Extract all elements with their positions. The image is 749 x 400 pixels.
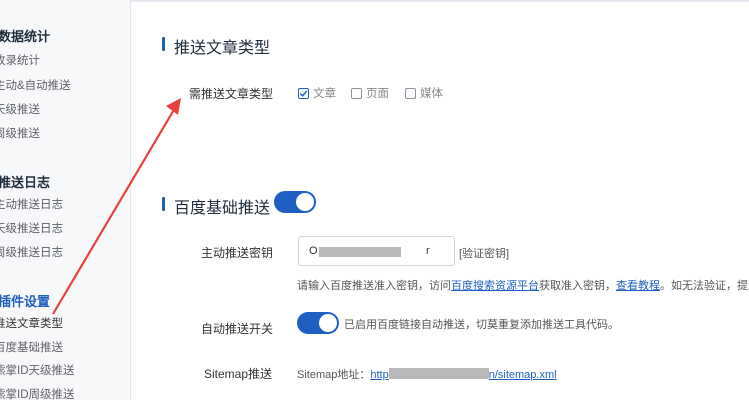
sidebar-item-baidu-basic-push[interactable]: 百度基础推送 — [0, 339, 63, 355]
post-types-field-label: 需推送文章类型 — [189, 87, 274, 101]
sidebar-item-post-types[interactable]: 推送文章类型 — [0, 315, 63, 331]
sidebar-item-xiongzhang-daily[interactable]: 熊掌ID天级推送 — [0, 362, 75, 378]
hint-text: 。如无法验证，提示site s — [660, 280, 749, 292]
section-marker — [162, 37, 165, 51]
checkbox-icon[interactable] — [405, 87, 416, 99]
post-type-option-article[interactable]: 文章 — [298, 85, 336, 101]
sitemap-url-line: Sitemap地址：http n/sitemap.xml — [297, 366, 557, 382]
checkbox-checked-icon[interactable] — [298, 87, 309, 99]
push-key-hint: 请输入百度推送准入密钥，访问百度搜索资源平台获取准入密钥，查看教程。如无法验证，… — [297, 277, 749, 293]
baidu-push-toggle[interactable] — [274, 191, 316, 213]
sitemap-label: Sitemap推送 — [204, 367, 273, 381]
post-type-label: 页面 — [366, 88, 389, 100]
top-divider — [131, 0, 749, 2]
sidebar-item-daily-push-log[interactable]: 天级推送日志 — [0, 220, 63, 236]
hint-text: 请输入百度推送准入密钥，访问 — [297, 280, 451, 292]
verify-key-link[interactable]: [验证密钥] — [459, 245, 509, 261]
post-types-section-title: 推送文章类型 — [174, 40, 271, 57]
sitemap-link-start[interactable]: http — [370, 369, 388, 381]
push-key-prefix: O — [309, 245, 318, 257]
push-key-suffix: r — [426, 245, 430, 257]
sidebar-item-manual-push-log[interactable]: 主动推送日志 — [0, 196, 63, 212]
auto-push-label: 自动推送开关 — [201, 322, 274, 336]
sidebar-item-manual-auto-push[interactable]: 主动&自动推送 — [0, 77, 71, 93]
sidebar: 数据统计 收录统计 主动&自动推送 天级推送 周级推送 推送日志 主动推送日志 … — [0, 0, 131, 400]
sidebar-item-weekly-push-log[interactable]: 周级推送日志 — [0, 244, 63, 260]
toggle-knob — [296, 193, 314, 211]
baidu-search-platform-link[interactable]: 百度搜索资源平台 — [451, 280, 539, 292]
main-content: 推送文章类型 需推送文章类型 文章 页面 媒体 百度基础推送 主动推送密钥 O … — [131, 0, 749, 400]
sidebar-group-plugin-settings[interactable]: 插件设置 — [0, 291, 50, 310]
push-key-input[interactable]: O r — [298, 236, 455, 266]
section-marker — [162, 197, 165, 211]
auto-push-description: 已启用百度链接自动推送，切莫重复添加推送工具代码。 — [344, 319, 619, 331]
auto-push-toggle[interactable] — [297, 312, 339, 334]
redacted-block — [388, 368, 489, 379]
checkbox-icon[interactable] — [351, 87, 362, 99]
post-type-option-page[interactable]: 页面 — [351, 85, 389, 101]
sidebar-item-xiongzhang-weekly[interactable]: 熊掌ID周级推送 — [0, 386, 75, 400]
toggle-knob — [319, 314, 337, 332]
redacted-block — [319, 247, 401, 257]
sidebar-group-stats[interactable]: 数据统计 — [0, 26, 50, 45]
hint-text: 获取准入密钥， — [539, 280, 616, 292]
sitemap-link-end[interactable]: n/sitemap.xml — [489, 369, 557, 381]
post-type-label: 文章 — [313, 88, 336, 100]
sidebar-item-weekly-push[interactable]: 周级推送 — [0, 125, 40, 141]
post-type-option-media[interactable]: 媒体 — [405, 85, 443, 101]
push-key-label: 主动推送密钥 — [201, 246, 274, 260]
sidebar-item-daily-push[interactable]: 天级推送 — [0, 101, 40, 117]
baidu-section-title: 百度基础推送 — [174, 200, 271, 217]
tutorial-link[interactable]: 查看教程 — [616, 280, 660, 292]
sidebar-item-index-stats[interactable]: 收录统计 — [0, 52, 40, 68]
sitemap-prefix: Sitemap地址： — [297, 369, 371, 381]
sidebar-group-push-logs[interactable]: 推送日志 — [0, 172, 50, 191]
post-type-label: 媒体 — [420, 88, 443, 100]
